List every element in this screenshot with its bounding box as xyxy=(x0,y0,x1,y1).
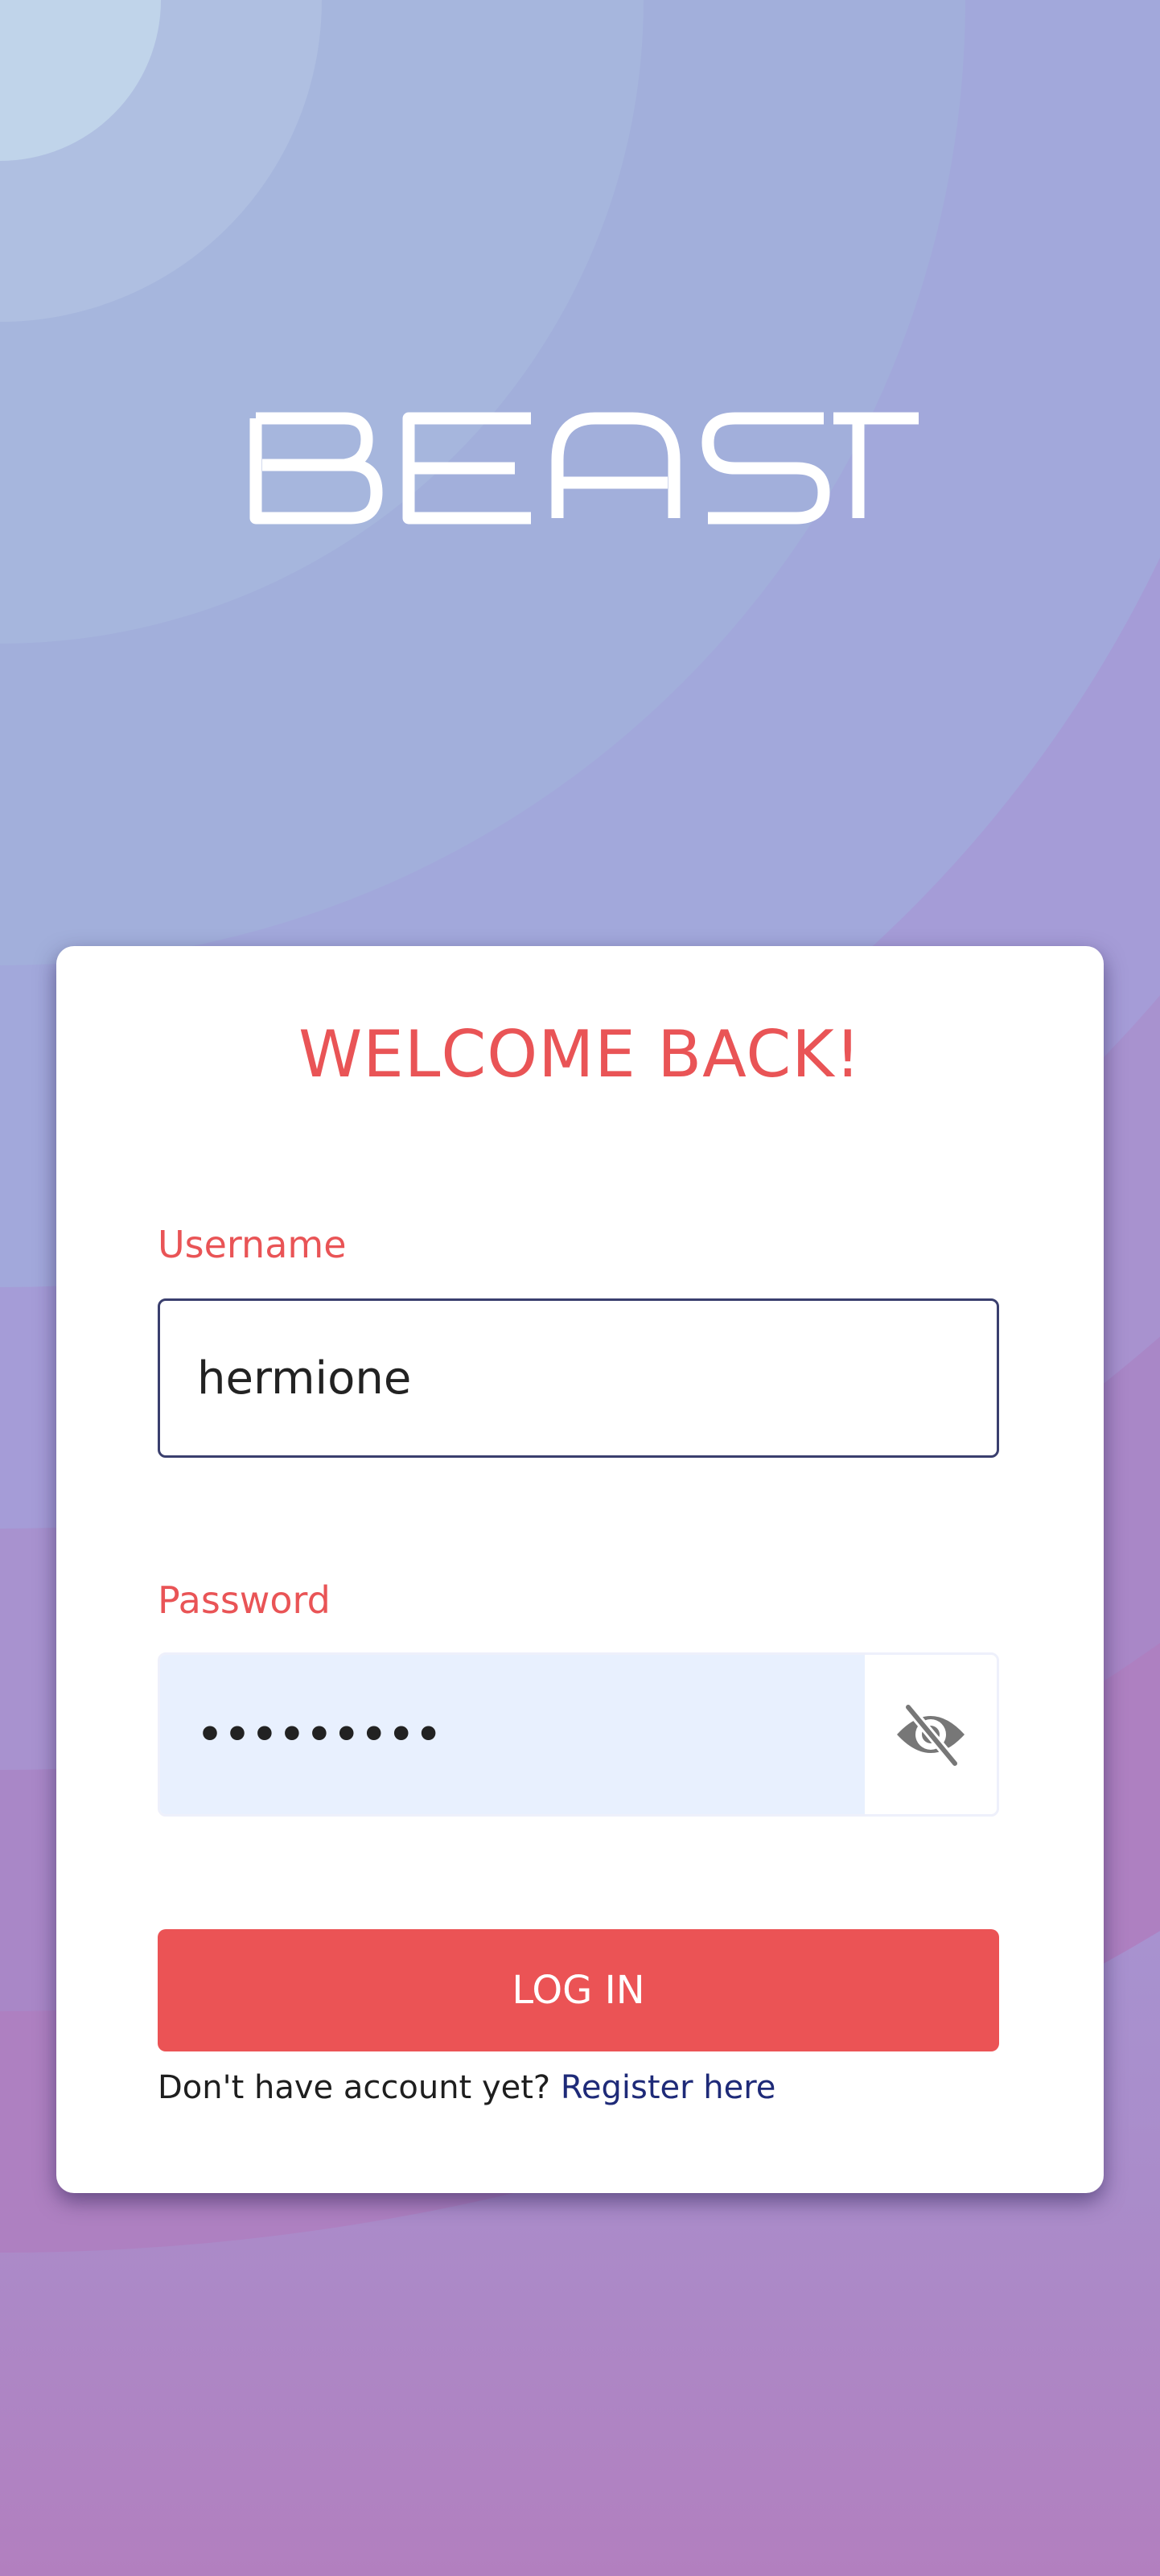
login-card: WELCOME BACK! Username Password LOG IN D… xyxy=(56,946,1104,2193)
eye-off-icon xyxy=(897,1702,965,1767)
password-input[interactable] xyxy=(160,1655,865,1814)
password-field xyxy=(158,1652,999,1817)
password-visibility-toggle[interactable] xyxy=(865,1655,997,1814)
page-title: WELCOME BACK! xyxy=(298,1017,862,1092)
login-screen: WELCOME BACK! Username Password LOG IN D… xyxy=(0,0,1160,2576)
beast-logo xyxy=(249,412,919,525)
register-prompt-text: Don't have account yet? xyxy=(158,2069,551,2106)
username-label: Username xyxy=(158,1223,347,1266)
register-link[interactable]: Register here xyxy=(561,2069,776,2106)
login-button[interactable]: LOG IN xyxy=(158,1929,999,2051)
password-label: Password xyxy=(158,1578,331,1622)
register-prompt: Don't have account yet? Register here xyxy=(158,2069,775,2106)
username-input[interactable] xyxy=(158,1298,999,1458)
